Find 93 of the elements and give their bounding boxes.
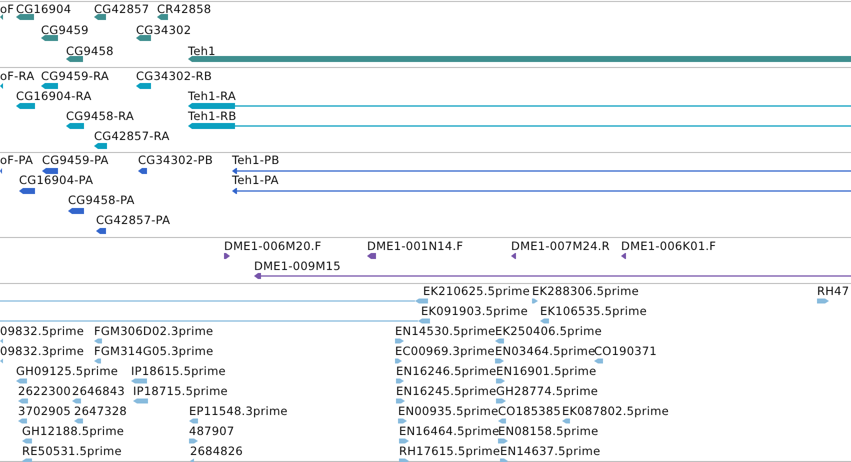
feature-label: 2684826 xyxy=(190,444,243,458)
feature-label: IP18615.5prime xyxy=(131,364,226,378)
feature-label: oF-RA xyxy=(0,69,34,83)
feature-label: EK250406.5prime xyxy=(495,324,602,338)
feature-label: CG34302-PB xyxy=(138,153,213,167)
feature-label: CG34302 xyxy=(136,23,192,37)
feature-glyph[interactable] xyxy=(0,83,3,89)
feature-label: CG9458 xyxy=(66,44,114,58)
feature-label: DME1-009M15 xyxy=(254,259,341,273)
feature-glyph[interactable] xyxy=(0,14,3,20)
feature-label: RE50531.5prime xyxy=(22,444,122,458)
feature-glyph[interactable] xyxy=(66,123,84,129)
feature-label: CG42857-PA xyxy=(96,213,170,227)
feature-label: EK087802.5prime xyxy=(562,404,669,418)
feature-label: EN14530.5prime xyxy=(395,324,496,338)
feature-label: Teh1-PB xyxy=(232,153,280,167)
feature-glyph[interactable] xyxy=(232,168,851,174)
feature-label: EN03464.5prime xyxy=(495,344,596,358)
feature-label: 09832.5prime xyxy=(0,324,84,338)
feature-label: EK106535.5prime xyxy=(540,304,647,318)
feature-label: GH12188.5prime xyxy=(22,424,124,438)
feature-label: EN16246.5prime xyxy=(396,364,496,378)
feature-label: CG9458-PA xyxy=(68,193,135,207)
feature-label: 09832.3prime xyxy=(0,344,84,358)
feature-label: 487907 xyxy=(189,424,234,438)
feature-label: EK091903.5prime xyxy=(421,304,528,318)
feature-glyph[interactable] xyxy=(232,188,851,194)
feature-label: CG9459-RA xyxy=(41,69,109,83)
feature-glyph[interactable] xyxy=(138,168,147,174)
feature-glyph[interactable] xyxy=(16,14,34,20)
feature-label: CG9459 xyxy=(41,23,89,37)
feature-glyph[interactable] xyxy=(254,273,851,279)
feature-glyph[interactable] xyxy=(157,14,168,20)
feature-label: 2622300 xyxy=(18,384,71,398)
feature-label: RH17615.5prime xyxy=(399,444,500,458)
feature-label: EK288306.5prime xyxy=(532,284,639,298)
feature-label: FGM314G05.3prime xyxy=(94,344,214,358)
feature-label: EK210625.5prime xyxy=(423,284,530,298)
feature-glyph[interactable] xyxy=(224,253,230,259)
feature-label: EN14637.5prime xyxy=(500,444,600,458)
feature-label: CG42857-RA xyxy=(94,129,170,143)
feature-label: EN16245.5prime xyxy=(396,384,496,398)
feature-glyph[interactable] xyxy=(188,123,851,129)
feature-label: GH28774.5prime xyxy=(496,384,598,398)
feature-label: EN00935.5prime xyxy=(398,404,498,418)
feature-label: FGM306D02.3prime xyxy=(94,324,214,338)
feature-glyph[interactable] xyxy=(66,56,83,62)
feature-label: CG9459-PA xyxy=(42,153,109,167)
feature-glyph[interactable] xyxy=(68,208,84,214)
feature-glyph[interactable] xyxy=(19,188,35,194)
feature-glyph[interactable] xyxy=(42,168,58,174)
feature-label: CG34302-RB xyxy=(136,69,212,83)
feature-label: CO190371 xyxy=(594,344,657,358)
feature-label: IP18715.5prime xyxy=(133,384,228,398)
feature-label: DME1-006M20.F xyxy=(224,239,322,253)
feature-glyph[interactable] xyxy=(94,143,107,149)
feature-glyph[interactable] xyxy=(188,103,851,109)
feature-label: CG42857 xyxy=(94,2,150,16)
feature-label: EC00969.3prime xyxy=(395,344,495,358)
feature-glyph[interactable] xyxy=(367,253,376,259)
feature-label: EN16464.5prime xyxy=(399,424,500,438)
feature-label: Teh1-PA xyxy=(232,173,279,187)
feature-label: CG16904 xyxy=(16,2,72,16)
feature-glyph[interactable] xyxy=(621,253,626,259)
feature-glyph[interactable] xyxy=(136,35,151,41)
feature-label: 2646843 xyxy=(72,384,125,398)
feature-glyph[interactable] xyxy=(41,35,58,41)
feature-label: EP11548.3prime xyxy=(189,404,288,418)
feature-label: CR42858 xyxy=(157,2,212,16)
feature-label: DME1-001N14.F xyxy=(367,239,464,253)
feature-label: CG16904-PA xyxy=(19,173,94,187)
feature-glyph[interactable] xyxy=(511,253,516,259)
feature-label: oF xyxy=(0,2,14,16)
feature-glyph[interactable] xyxy=(41,83,58,89)
feature-label: CG9458-RA xyxy=(66,109,134,123)
feature-label: oF-PA xyxy=(0,153,34,167)
feature-label: Teh1-RB xyxy=(188,109,237,123)
feature-label: RH47 xyxy=(817,284,850,298)
feature-label: EN08158.5prime xyxy=(498,424,598,438)
feature-label: EN16901.5prime xyxy=(496,364,596,378)
feature-label: CO185385 xyxy=(498,404,561,418)
feature-label: GH09125.5prime xyxy=(16,364,118,378)
feature-glyph[interactable] xyxy=(16,103,35,109)
feature-glyph[interactable] xyxy=(94,14,106,20)
feature-label: 3702905 xyxy=(18,404,71,418)
feature-glyph[interactable] xyxy=(96,228,106,234)
feature-label: CG16904-RA xyxy=(16,89,92,103)
feature-label: DME1-006K01.F xyxy=(621,239,716,253)
feature-label: Teh1 xyxy=(188,44,216,58)
feature-label: DME1-007M24.R xyxy=(511,239,610,253)
feature-label: 2647328 xyxy=(74,404,127,418)
feature-label: Teh1-RA xyxy=(188,89,236,103)
feature-glyph[interactable] xyxy=(136,83,151,89)
